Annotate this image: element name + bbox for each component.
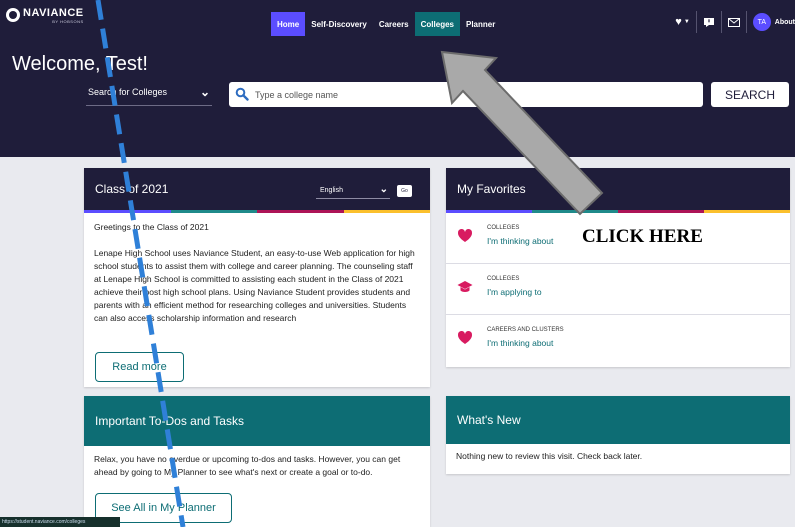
brand-sub: BY HOBSONS [52,19,84,24]
user-avatar: TA [752,13,771,31]
favorite-colleges-applying[interactable]: COLLEGES I'm applying to [446,264,790,315]
nav-planner[interactable]: Planner [460,12,501,36]
favorites-title: My Favorites [457,182,526,196]
search-icon [235,87,249,101]
naviance-logo[interactable]: NAVIANCE BY HOBSONS [6,7,84,25]
chevron-down-icon: ⌄ [199,85,210,99]
class-intro-text[interactable]: Greetings to the Class of 2021 Lenape Hi… [84,213,430,332]
language-select[interactable]: English ⌄ [316,184,390,199]
favorite-careers-thinking[interactable]: CAREERS AND CLUSTERS I'm thinking about [446,315,790,366]
greeting-text: Greetings to the Class of 2021 [94,222,209,232]
nav-careers[interactable]: Careers [373,12,415,36]
stripe-segment [343,210,430,213]
favorite-category: COLLEGES [487,276,520,282]
intro-paragraph: Lenape High School uses Naviance Student… [94,248,415,323]
nav-home[interactable]: Home [271,12,306,36]
heart-icon: ♥ [675,16,682,28]
graduation-cap-icon [457,281,473,292]
favorites-menu[interactable]: ♥ ▼ [669,11,695,33]
favorite-link[interactable]: I'm thinking about [487,338,553,348]
chevron-down-icon: ⌄ [379,184,388,195]
color-stripe [84,210,430,213]
todos-title: Important To-Dos and Tasks [95,414,244,428]
about-link[interactable]: About [775,19,795,26]
whats-new-title: What's New [457,413,521,427]
stripe-segment [170,210,257,213]
class-of-2021-card: Class of 2021 English ⌄ Go Greetings to … [84,168,430,387]
read-more-button[interactable]: Read more [95,352,184,382]
user-menu[interactable]: TA About [745,11,795,33]
search-type-select[interactable]: Search for Colleges ⌄ [86,84,212,106]
whats-new-header: What's New [446,396,790,444]
college-search-box [229,82,703,107]
brand-name: NAVIANCE [23,7,84,19]
main-nav: Home Self-Discovery Careers Colleges Pla… [271,12,501,36]
welcome-heading: Welcome, Test! [12,53,148,75]
todos-text: Relax, you have no overdue or upcoming t… [94,454,401,477]
top-navigation-bar: NAVIANCE BY HOBSONS Home Self-Discovery … [0,0,795,44]
search-type-value: Search for Colleges [88,87,168,97]
feedback-button[interactable] [695,11,721,33]
nav-colleges[interactable]: Colleges [414,12,460,36]
stripe-segment [257,210,344,213]
messages-button[interactable] [720,11,746,33]
whats-new-card: What's New Nothing new to review this vi… [446,396,790,474]
search-button[interactable]: SEARCH [711,82,789,107]
caret-down-icon: ▼ [683,19,690,25]
heart-icon [457,330,473,344]
heart-icon [457,228,473,242]
click-here-annotation: CLICK HERE [582,226,703,247]
todos-card: Important To-Dos and Tasks Relax, you ha… [84,396,430,527]
feedback-icon [703,17,714,27]
language-go-button[interactable]: Go [397,185,412,197]
class-card-title: Class of 2021 [95,182,169,196]
nav-self-discovery[interactable]: Self-Discovery [305,12,373,36]
language-value: English [320,187,343,194]
stripe-segment [84,210,171,213]
hero-search-section: Welcome, Test! Search for Colleges ⌄ SEA… [0,44,795,157]
user-toolbar: ♥ ▼ TA About [669,11,795,33]
favorite-link[interactable]: I'm applying to [487,287,542,297]
whats-new-text: Nothing new to review this visit. Check … [456,451,643,461]
favorite-category: CAREERS AND CLUSTERS [487,327,564,333]
favorites-header: My Favorites [446,168,790,210]
favorite-category: COLLEGES [487,225,520,231]
status-bar-url: https://student.naviance.com/colleges [0,517,120,527]
favorite-link[interactable]: I'm thinking about [487,236,553,246]
logo-mark-icon [6,8,20,22]
class-card-header: Class of 2021 English ⌄ Go [84,168,430,210]
todos-header: Important To-Dos and Tasks [84,396,430,446]
envelope-icon [727,17,740,27]
college-search-input[interactable] [255,82,695,107]
my-favorites-card: My Favorites COLLEGES I'm thinking about… [446,168,790,367]
